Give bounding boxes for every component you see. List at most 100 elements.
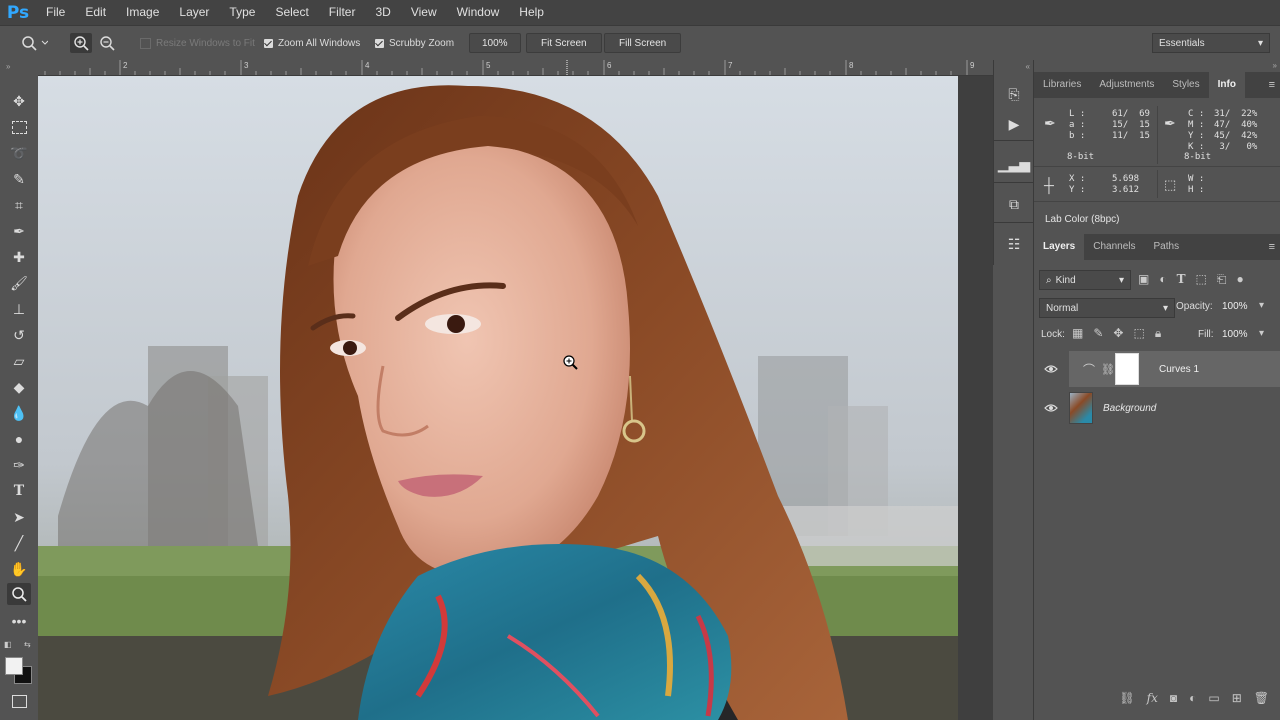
menu-edit[interactable]: Edit	[75, 0, 116, 25]
more-tools-icon[interactable]: •••	[7, 610, 31, 632]
new-adjustment-layer-icon[interactable]: ◐	[1189, 691, 1196, 705]
new-group-icon[interactable]: ▭	[1208, 691, 1219, 705]
menu-select[interactable]: Select	[265, 0, 318, 25]
zoom-percent-field[interactable]: 100%	[469, 33, 521, 53]
blur-tool-icon[interactable]: 💧	[7, 402, 31, 424]
menu-file[interactable]: File	[36, 0, 75, 25]
dodge-tool-icon[interactable]: ●	[7, 428, 31, 450]
fill-value[interactable]: 100%	[1222, 329, 1248, 340]
swap-colors-icon[interactable]: ⇆	[24, 640, 31, 649]
info-panel-tabs: Libraries Adjustments Styles Info ≡	[1034, 72, 1280, 98]
menu-filter[interactable]: Filter	[319, 0, 366, 25]
layer-name[interactable]: Curves 1	[1159, 364, 1199, 375]
add-mask-icon[interactable]: ◙	[1170, 691, 1177, 705]
link-icon[interactable]: ⛓	[1101, 363, 1115, 376]
menu-image[interactable]: Image	[116, 0, 169, 25]
collapse-arrows-icon[interactable]: »	[6, 62, 10, 71]
history-brush-tool-icon[interactable]: ↺	[7, 324, 31, 346]
new-layer-icon[interactable]: ⊞	[1232, 691, 1242, 705]
opacity-value[interactable]: 100%	[1222, 301, 1248, 312]
workspace-select[interactable]: Essentials ▾	[1152, 33, 1270, 53]
lock-transparent-icon[interactable]: ▦	[1072, 326, 1083, 341]
zoom-tool-icon[interactable]	[7, 583, 31, 605]
eye-icon[interactable]	[1043, 361, 1059, 377]
menu-3d[interactable]: 3D	[365, 0, 400, 25]
quick-selection-tool-icon[interactable]: ✎	[7, 168, 31, 190]
line-tool-icon[interactable]: ╱	[7, 532, 31, 554]
lock-position-icon[interactable]: ✥	[1113, 326, 1123, 341]
clone-source-icon[interactable]: ⧉	[1002, 192, 1026, 216]
menu-view[interactable]: View	[401, 0, 447, 25]
fill-screen-button[interactable]: Fill Screen	[604, 33, 682, 53]
lock-artboard-icon[interactable]: ⬚	[1133, 326, 1144, 341]
chevron-down-icon[interactable]: ▾	[1259, 328, 1264, 339]
filter-pixel-icon[interactable]: ▣	[1138, 272, 1149, 287]
foreground-color-swatch[interactable]	[5, 657, 23, 675]
filter-toggle-icon[interactable]: ●	[1236, 272, 1243, 287]
lock-all-icon[interactable]: 🔒︎	[1155, 326, 1161, 341]
quick-mask-icon[interactable]	[7, 690, 31, 712]
filter-smart-object-icon[interactable]: ⎗	[1217, 272, 1227, 287]
link-layers-icon[interactable]: ⛓	[1119, 691, 1134, 705]
histogram-icon[interactable]: ▁▃▅	[998, 152, 1030, 176]
resize-windows-checkbox[interactable]: Resize Windows to Fit	[140, 26, 255, 60]
move-tool-icon[interactable]: ✥	[7, 90, 31, 112]
chevron-down-icon[interactable]: ▾	[1259, 300, 1264, 311]
crop-tool-icon[interactable]: ⌗	[7, 194, 31, 216]
marquee-tool-icon[interactable]	[7, 116, 31, 138]
fx-icon[interactable]: fx	[1147, 691, 1158, 705]
collapse-arrows-icon[interactable]: »	[1273, 61, 1277, 70]
filter-type-icon[interactable]: T	[1177, 272, 1186, 287]
tab-paths[interactable]: Paths	[1145, 234, 1189, 260]
zoom-in-icon[interactable]	[70, 26, 92, 60]
tab-layers[interactable]: Layers	[1034, 234, 1085, 260]
paint-bucket-tool-icon[interactable]: ◆	[7, 376, 31, 398]
hand-tool-icon[interactable]: ✋	[7, 558, 31, 580]
tab-libraries[interactable]: Libraries	[1034, 72, 1090, 98]
eye-icon[interactable]	[1043, 400, 1059, 416]
blend-mode-select[interactable]: Normal ▾	[1039, 298, 1175, 318]
lasso-tool-icon[interactable]: ➰	[7, 142, 31, 164]
healing-brush-tool-icon[interactable]: ✚	[7, 246, 31, 268]
pen-tool-icon[interactable]: ✑	[7, 454, 31, 476]
tab-styles[interactable]: Styles	[1163, 72, 1208, 98]
type-tool-icon[interactable]: T	[7, 480, 31, 502]
layer-name[interactable]: Background	[1103, 403, 1156, 414]
zoom-out-icon[interactable]	[99, 26, 115, 60]
menu-layer[interactable]: Layer	[169, 0, 219, 25]
lock-pixels-icon[interactable]: ✎	[1093, 326, 1103, 341]
filter-adjustment-icon[interactable]: ◐	[1159, 272, 1166, 287]
menu-type[interactable]: Type	[219, 0, 265, 25]
properties-panel-icon[interactable]: ☷	[1002, 232, 1026, 256]
zoom-tool-preset-icon[interactable]	[20, 26, 48, 60]
portrait-photo	[38, 76, 958, 720]
layer-thumbnail[interactable]	[1069, 392, 1093, 424]
brush-tool-icon[interactable]: 🖌	[7, 272, 31, 294]
filter-shape-icon[interactable]: ⬚	[1196, 272, 1207, 287]
panel-menu-icon[interactable]: ≡	[1269, 79, 1280, 91]
tab-adjustments[interactable]: Adjustments	[1090, 72, 1163, 98]
history-panel-icon[interactable]: ⎘	[1002, 82, 1026, 106]
layer-row-background[interactable]: Background 🔒︎	[1044, 390, 1280, 426]
trash-icon[interactable]: 🗑︎	[1254, 691, 1269, 705]
panel-menu-icon[interactable]: ≡	[1269, 241, 1280, 253]
eyedropper-tool-icon[interactable]: ✒	[7, 220, 31, 242]
layer-row-curves[interactable]: ⌒ ⛓ Curves 1	[1044, 351, 1280, 387]
layer-filter-select[interactable]: ⌕ Kind ▾	[1039, 270, 1131, 290]
zoom-all-windows-checkbox[interactable]: Zoom All Windows	[264, 26, 360, 60]
document-canvas[interactable]	[38, 76, 958, 720]
menu-window[interactable]: Window	[447, 0, 510, 25]
actions-play-icon[interactable]: ▶	[1002, 112, 1026, 136]
path-selection-tool-icon[interactable]: ➤	[7, 506, 31, 528]
fit-screen-button[interactable]: Fit Screen	[526, 33, 602, 53]
menu-help[interactable]: Help	[509, 0, 554, 25]
tab-info[interactable]: Info	[1208, 72, 1245, 98]
collapse-arrows-icon[interactable]: «	[1026, 62, 1030, 71]
fill-label: Fill:	[1198, 329, 1214, 340]
eraser-tool-icon[interactable]: ▱	[7, 350, 31, 372]
clone-stamp-tool-icon[interactable]: ⊥	[7, 298, 31, 320]
tab-channels[interactable]: Channels	[1084, 234, 1144, 260]
scrubby-zoom-checkbox[interactable]: Scrubby Zoom	[375, 26, 454, 60]
layer-mask-thumbnail[interactable]	[1115, 353, 1139, 385]
default-colors-icon[interactable]: ◧	[4, 640, 12, 649]
